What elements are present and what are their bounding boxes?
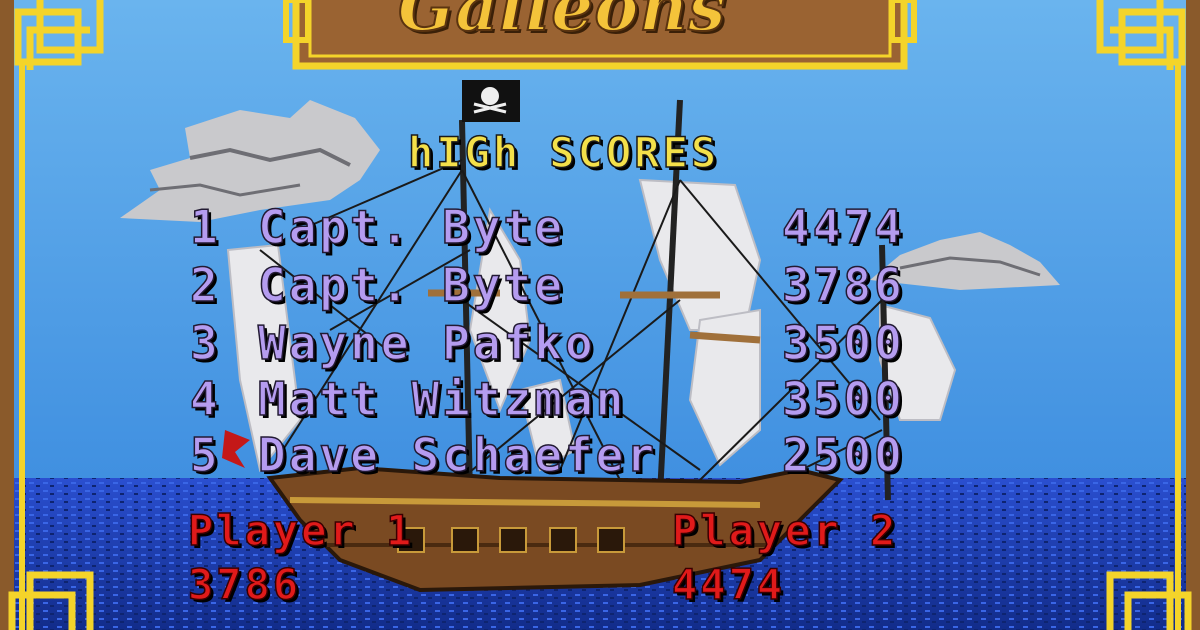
player-name: Matt Witzman [257, 371, 627, 427]
pirate-flag-icon [462, 80, 520, 122]
player-2-label: Player 2 [671, 505, 899, 556]
score-value: 3500 [781, 371, 905, 427]
left-frame-strip [0, 0, 14, 630]
game-title: Galleons [397, 0, 727, 47]
rank: 3 [189, 315, 221, 371]
player-1-label: Player 1 [187, 505, 415, 556]
player-2-score: 4474 [671, 559, 786, 610]
game-scene [0, 0, 1200, 630]
rank: 2 [189, 257, 221, 313]
player-name: Capt. Byte [257, 257, 565, 313]
score-value: 2500 [781, 427, 905, 483]
score-value: 4474 [781, 199, 905, 255]
player-name: Capt. Byte [257, 199, 565, 255]
player-name: Wayne Pafko [257, 315, 596, 371]
rank: 5 [189, 427, 221, 483]
player-name: Dave Schaefer [257, 427, 658, 483]
rank: 1 [189, 199, 221, 255]
right-frame-strip [1186, 0, 1200, 630]
score-value: 3786 [781, 257, 905, 313]
score-value: 3500 [781, 315, 905, 371]
high-scores-heading: hIGh SCORES [407, 127, 720, 178]
rank: 4 [189, 371, 221, 427]
player-1-score: 3786 [187, 559, 302, 610]
